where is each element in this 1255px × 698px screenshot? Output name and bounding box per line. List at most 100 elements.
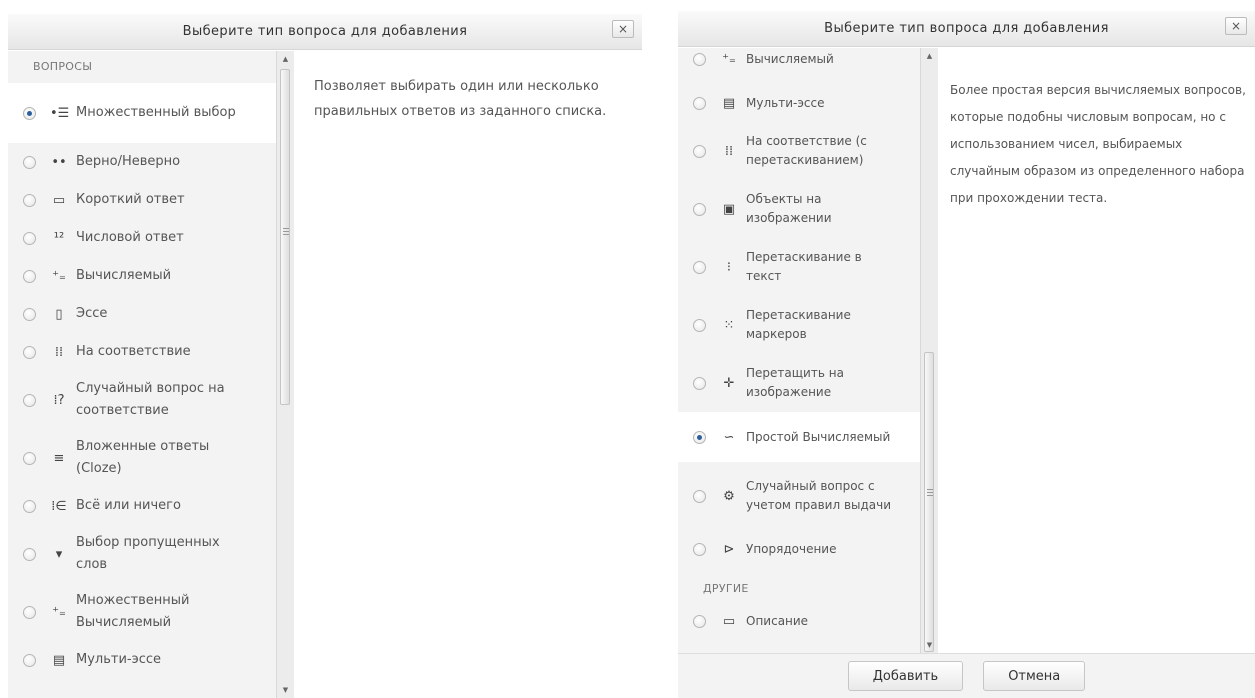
dialog-title: Выберите тип вопроса для добавления xyxy=(824,21,1109,36)
question-type-label: Короткий ответ xyxy=(76,192,185,207)
dialog-titlebar: Выберите тип вопроса для добавления × xyxy=(8,14,642,50)
question-type-label: Вложенные ответы (Cloze) xyxy=(76,439,210,476)
question-type-radio[interactable] xyxy=(23,547,36,561)
description-icon: ▭ xyxy=(722,613,736,629)
question-type-label: Вычисляемый xyxy=(746,51,834,66)
question-type-radio[interactable] xyxy=(693,489,706,503)
question-type-radio[interactable] xyxy=(23,605,36,619)
question-type-label: Простой Вычисляемый xyxy=(746,429,891,444)
question-type-option[interactable]: ⁙ Перетаскивание маркеров xyxy=(678,296,920,354)
question-type-dialog-left: Выберите тип вопроса для добавления × ВО… xyxy=(8,14,642,698)
question-type-radio[interactable] xyxy=(23,653,36,667)
dialog-title: Выберите тип вопроса для добавления xyxy=(182,24,468,39)
question-type-radio[interactable] xyxy=(693,376,706,390)
question-type-option[interactable]: ▭ Описание xyxy=(678,606,920,636)
question-type-option[interactable]: ▤ Мульти-эссе xyxy=(8,641,276,679)
ddmatch-icon: ⁞⁞ xyxy=(724,143,734,159)
question-type-radio[interactable] xyxy=(693,430,706,444)
dialog-titlebar: Выберите тип вопроса для добавления × xyxy=(678,11,1255,47)
question-type-option[interactable]: •• Верно/Неверно xyxy=(8,143,276,181)
question-type-label: На соответствие xyxy=(76,344,191,359)
question-type-label: Описание xyxy=(746,613,809,628)
question-type-radio[interactable] xyxy=(23,231,36,245)
question-type-dialog-right: Выберите тип вопроса для добавления × ⁺₌… xyxy=(678,11,1255,698)
question-type-radio[interactable] xyxy=(23,193,36,207)
ddimageortext-icon: ✛ xyxy=(723,375,735,391)
question-type-radio[interactable] xyxy=(23,155,36,169)
question-type-option[interactable]: •☰ Множественный выбор xyxy=(8,83,276,143)
question-type-label: Перетащить на изображение xyxy=(746,366,844,399)
question-type-radio[interactable] xyxy=(693,614,706,628)
question-type-description: Более простая версия вычисляемых вопросо… xyxy=(950,83,1246,205)
scroll-down-arrow-icon[interactable]: ▼ xyxy=(277,682,294,698)
question-type-option[interactable]: ▾ Выбор пропущенных слов xyxy=(8,525,276,583)
question-type-label: Множественный выбор xyxy=(76,105,236,120)
randomsamatch-icon: ⁞? xyxy=(53,392,65,408)
question-type-option[interactable]: ✛ Перетащить на изображение xyxy=(678,354,920,412)
question-type-radio[interactable] xyxy=(693,202,706,216)
cancel-button[interactable]: Отмена xyxy=(983,661,1086,691)
list-scrollbar[interactable]: ▲ ▼ xyxy=(920,48,938,653)
truefalse-icon: •• xyxy=(51,154,67,170)
question-type-radio[interactable] xyxy=(693,318,706,332)
question-type-label: Объекты на изображении xyxy=(746,192,832,225)
ddmarker-icon: ⁙ xyxy=(723,317,735,333)
dialog-footer: Добавить Отмена xyxy=(678,653,1255,698)
question-type-option[interactable]: ≡ Вложенные ответы (Cloze) xyxy=(8,429,276,487)
question-type-label: Вычисляемый xyxy=(76,268,172,283)
question-type-radio[interactable] xyxy=(23,269,36,283)
question-type-option[interactable]: ⁞∈ Всё или ничего xyxy=(8,487,276,525)
question-type-radio[interactable] xyxy=(23,106,36,120)
add-button[interactable]: Добавить xyxy=(847,661,964,691)
scrollbar-thumb[interactable] xyxy=(924,352,934,652)
question-type-option[interactable]: ⚙ Случайный вопрос с учетом правил выдачи xyxy=(678,462,920,530)
question-type-radio[interactable] xyxy=(23,307,36,321)
close-button[interactable]: × xyxy=(1225,17,1247,35)
question-type-label: Случайный вопрос с учетом правил выдачи xyxy=(746,479,892,512)
question-type-label: Перетаскивание в текст xyxy=(746,250,862,283)
question-type-option[interactable]: ⊳ Упорядочение xyxy=(678,530,920,568)
question-type-radio[interactable] xyxy=(693,542,706,556)
scroll-up-arrow-icon[interactable]: ▲ xyxy=(277,51,294,67)
imagetarget-icon: ▣ xyxy=(722,201,736,217)
question-type-option[interactable]: ⁝ Перетаскивание в текст xyxy=(678,238,920,296)
question-type-option[interactable]: ⁺₌ Вычисляемый xyxy=(8,257,276,295)
question-type-option[interactable]: ▤ Мульти-эссе xyxy=(678,84,920,122)
list-scrollbar[interactable]: ▲ ▼ xyxy=(276,51,294,698)
multianswer-icon: ≡ xyxy=(53,450,65,466)
question-type-radio[interactable] xyxy=(23,499,36,513)
question-type-option[interactable]: ¹² Числовой ответ xyxy=(8,219,276,257)
question-type-label: Множественный Вычисляемый xyxy=(76,593,190,630)
question-type-option[interactable]: ∽ Простой Вычисляемый xyxy=(678,412,920,462)
close-button[interactable]: × xyxy=(612,20,634,38)
question-type-radio[interactable] xyxy=(23,393,36,407)
allornothing-icon: ⁞∈ xyxy=(51,498,67,514)
question-type-radio[interactable] xyxy=(23,345,36,359)
question-type-option[interactable]: ▭ Короткий ответ xyxy=(8,181,276,219)
question-type-label: Всё или ничего xyxy=(76,498,181,513)
question-type-label: Мульти-эссе xyxy=(76,652,162,667)
question-type-radio[interactable] xyxy=(693,52,706,66)
calculated-icon: ⁺₌ xyxy=(722,51,736,67)
question-type-option[interactable]: ▯ Эссе xyxy=(8,295,276,333)
question-type-option[interactable]: ▣ Объекты на изображении xyxy=(678,180,920,238)
multichoice-icon: •☰ xyxy=(50,105,70,121)
multiessay-icon: ▤ xyxy=(722,95,736,111)
shortanswer-icon: ▭ xyxy=(52,192,66,208)
question-type-option[interactable]: ⁺₌ Множественный Вычисляемый xyxy=(8,583,276,641)
question-type-radio[interactable] xyxy=(693,144,706,158)
scroll-up-arrow-icon[interactable]: ▲ xyxy=(921,48,938,64)
essay-icon: ▯ xyxy=(55,306,63,322)
scrollbar-thumb[interactable] xyxy=(280,69,290,405)
scroll-down-arrow-icon[interactable]: ▼ xyxy=(921,637,938,653)
question-type-option[interactable]: ⁞⁞ На соответствие xyxy=(8,333,276,371)
question-type-option[interactable]: ⁞? Случайный вопрос на соответствие xyxy=(8,371,276,429)
question-type-label: Верно/Неверно xyxy=(76,154,181,169)
question-type-option[interactable]: ⁺₌ Вычисляемый xyxy=(678,48,920,84)
question-type-radio[interactable] xyxy=(693,96,706,110)
question-type-option[interactable]: ⁞⁞ На соответствие (с перетаскиванием) xyxy=(678,122,920,180)
ordering-icon: ⊳ xyxy=(723,541,735,557)
question-type-radio[interactable] xyxy=(23,451,36,465)
question-type-description: Позволяет выбирать один или несколько пр… xyxy=(314,79,607,119)
question-type-radio[interactable] xyxy=(693,260,706,274)
